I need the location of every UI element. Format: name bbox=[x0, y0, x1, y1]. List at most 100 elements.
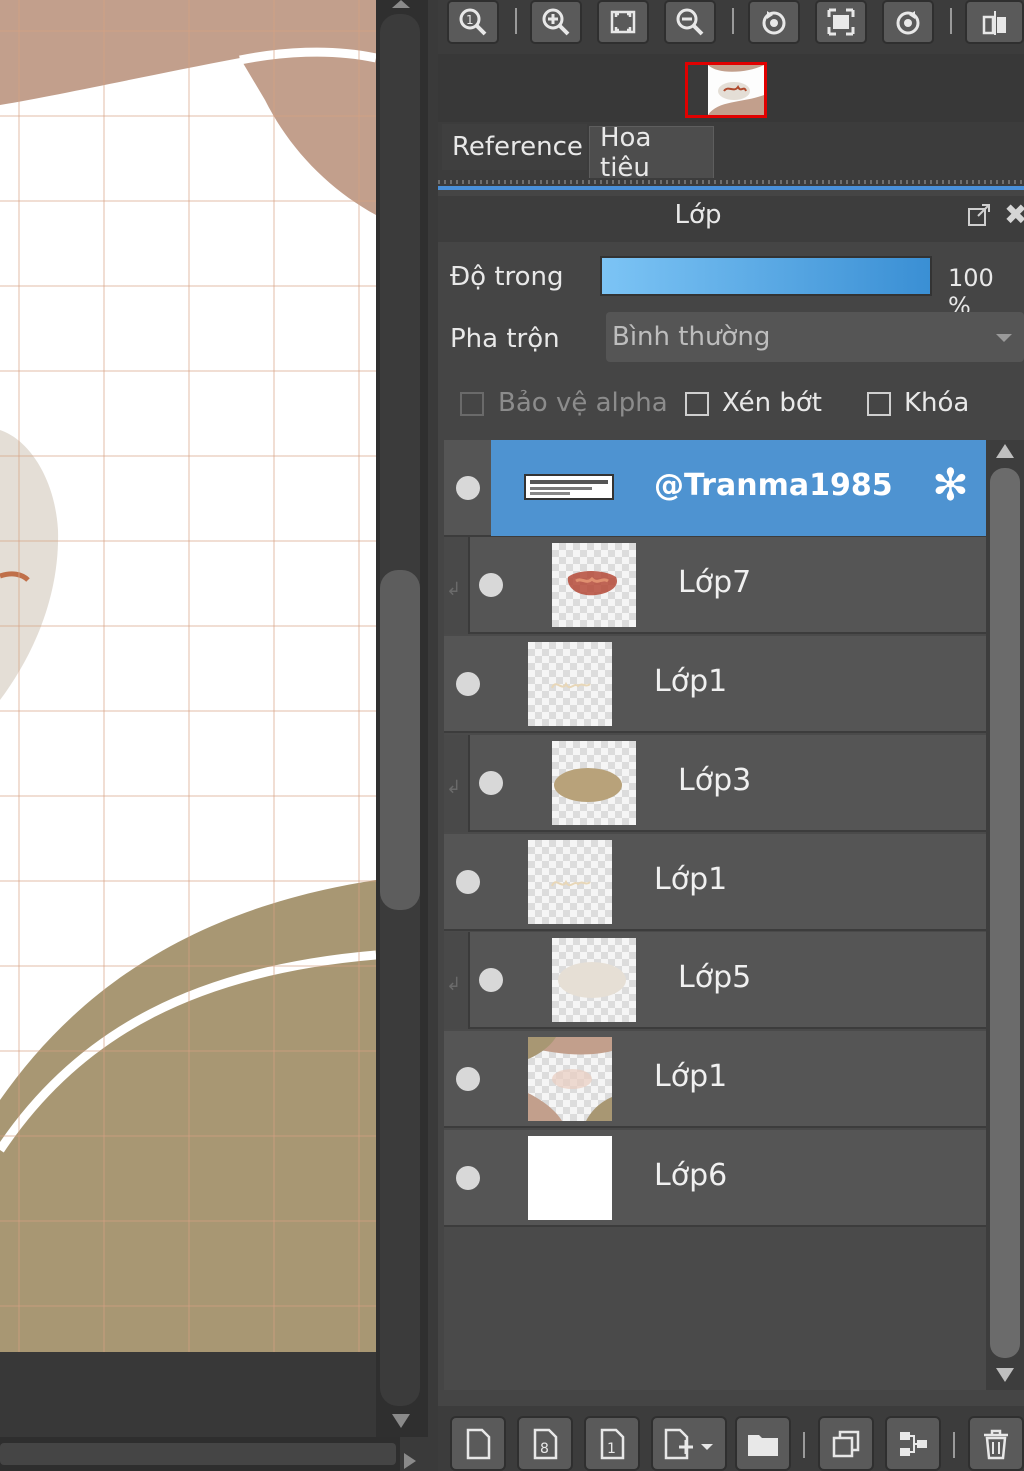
navigator-toolbar bbox=[438, 0, 1024, 54]
layer-thumbnail bbox=[528, 840, 612, 924]
layer-row[interactable]: Lớp1 bbox=[444, 834, 986, 931]
layer-thumbnail bbox=[552, 543, 636, 627]
layer-name: Lớp6 bbox=[654, 1158, 728, 1193]
layer-row[interactable]: Lớp6 bbox=[444, 1130, 986, 1227]
layer-list-scrollbar[interactable] bbox=[986, 440, 1024, 1390]
clipping-label: Xén bớt bbox=[722, 388, 822, 418]
visibility-toggle-icon[interactable] bbox=[479, 771, 503, 795]
zoom-out-icon[interactable] bbox=[664, 0, 716, 44]
visibility-toggle-icon[interactable] bbox=[456, 672, 480, 696]
panel-splitter[interactable] bbox=[428, 0, 438, 1471]
new-1bit-layer-icon[interactable]: 1 bbox=[584, 1416, 640, 1471]
canvas-artwork bbox=[0, 0, 376, 1352]
zoom-in-icon[interactable] bbox=[530, 0, 582, 44]
layer-panel-title: Lớp bbox=[674, 200, 722, 230]
toolbar-separator bbox=[732, 8, 734, 34]
layer-name: Lớp7 bbox=[678, 565, 752, 600]
add-layer-menu-icon[interactable] bbox=[651, 1416, 727, 1471]
layer-name: Lớp1 bbox=[654, 1059, 728, 1094]
layer-row[interactable]: ↲ Lớp5 bbox=[444, 932, 986, 1029]
tab-reference-label: Reference bbox=[452, 132, 583, 162]
chevron-down-icon[interactable] bbox=[996, 334, 1012, 342]
vertical-scroll-thumb[interactable] bbox=[380, 570, 420, 910]
new-8bit-layer-icon[interactable]: 8 bbox=[517, 1416, 573, 1471]
layer-row[interactable]: @Tranma1985 ✻ bbox=[444, 440, 986, 537]
toolbar-separator bbox=[803, 1432, 805, 1458]
layer-name: Lớp5 bbox=[678, 960, 752, 995]
tab-navigator[interactable]: Hoa tiêu bbox=[589, 123, 714, 183]
flip-icon[interactable] bbox=[965, 0, 1024, 44]
layer-row[interactable]: ↲ Lớp3 bbox=[444, 735, 986, 832]
layer-thumbnail bbox=[528, 1136, 612, 1220]
layer-thumbnail bbox=[552, 741, 636, 825]
opacity-label: Độ trong bbox=[450, 262, 564, 292]
svg-text:1: 1 bbox=[607, 1441, 616, 1457]
clipping-indicator: ↲ bbox=[444, 735, 470, 832]
rotate-left-icon[interactable] bbox=[748, 0, 800, 44]
toolbar-separator bbox=[950, 8, 952, 34]
clipping-indicator: ↲ bbox=[444, 537, 470, 634]
trash-icon[interactable] bbox=[968, 1416, 1024, 1471]
layer-name: Lớp1 bbox=[654, 862, 728, 897]
layer-thumbnail bbox=[528, 642, 612, 726]
scroll-right-arrow-icon[interactable] bbox=[404, 1453, 416, 1469]
blend-mode-select[interactable]: Bình thường bbox=[606, 312, 1024, 362]
clipping-indicator: ↲ bbox=[444, 932, 470, 1029]
clip-arrow-icon: ↲ bbox=[446, 974, 462, 995]
tab-underline bbox=[438, 186, 1024, 190]
panel-grip[interactable] bbox=[438, 180, 1024, 184]
layer-name: Lớp3 bbox=[678, 763, 752, 798]
tab-reference[interactable]: Reference bbox=[442, 124, 587, 170]
rotate-right-icon[interactable] bbox=[882, 0, 934, 44]
tab-navigator-label: Hoa tiêu bbox=[600, 122, 652, 183]
layer-row[interactable]: Lớp1 bbox=[444, 636, 986, 733]
gear-icon[interactable]: ✻ bbox=[932, 464, 969, 508]
clipping-checkbox[interactable] bbox=[685, 392, 709, 416]
close-icon[interactable]: ✖ bbox=[1004, 198, 1024, 231]
visibility-toggle-icon[interactable] bbox=[456, 476, 480, 500]
protect-alpha-checkbox[interactable] bbox=[460, 392, 484, 416]
scroll-up-arrow-icon[interactable] bbox=[392, 0, 410, 8]
layer-thumbnail bbox=[528, 1037, 612, 1121]
visibility-toggle-icon[interactable] bbox=[479, 968, 503, 992]
svg-text:8: 8 bbox=[540, 1441, 549, 1457]
blend-mode-label: Pha trộn bbox=[450, 324, 560, 354]
scroll-up-arrow-icon[interactable] bbox=[996, 444, 1014, 458]
vertical-scrollbar[interactable] bbox=[376, 0, 428, 1437]
navigator-thumbnail bbox=[688, 65, 764, 115]
visibility-toggle-icon[interactable] bbox=[456, 870, 480, 894]
layer-thumbnail bbox=[552, 938, 636, 1022]
layer-row[interactable]: Lớp1 bbox=[444, 1031, 986, 1128]
scroll-down-arrow-icon[interactable] bbox=[996, 1368, 1014, 1382]
horizontal-scrollbar[interactable] bbox=[0, 1437, 400, 1471]
lock-checkbox[interactable] bbox=[867, 392, 891, 416]
protect-alpha-label: Bảo vệ alpha bbox=[498, 388, 668, 418]
zoom-actual-icon[interactable]: 1 bbox=[447, 0, 499, 44]
svg-text:1: 1 bbox=[466, 13, 474, 27]
visibility-toggle-icon[interactable] bbox=[456, 1166, 480, 1190]
clip-arrow-icon: ↲ bbox=[446, 777, 462, 798]
fit-window-icon[interactable] bbox=[815, 0, 867, 44]
drawing-canvas[interactable] bbox=[0, 0, 376, 1352]
toolbar-separator bbox=[515, 8, 517, 34]
canvas-margin bbox=[0, 1352, 376, 1437]
layer-name: Lớp1 bbox=[654, 664, 728, 699]
opacity-slider[interactable] bbox=[600, 256, 932, 296]
new-layer-icon[interactable] bbox=[450, 1416, 506, 1471]
lock-label: Khóa bbox=[904, 388, 970, 418]
duplicate-layer-icon[interactable] bbox=[818, 1416, 874, 1471]
visibility-toggle-icon[interactable] bbox=[456, 1067, 480, 1091]
scroll-down-arrow-icon[interactable] bbox=[392, 1414, 410, 1428]
navigator-viewport-frame[interactable] bbox=[685, 62, 767, 118]
popout-icon[interactable] bbox=[966, 202, 992, 232]
fit-screen-icon[interactable] bbox=[597, 0, 649, 44]
new-folder-icon[interactable] bbox=[735, 1416, 791, 1471]
blend-mode-value: Bình thường bbox=[612, 322, 771, 352]
clip-arrow-icon: ↲ bbox=[446, 579, 462, 600]
visibility-toggle-icon[interactable] bbox=[479, 573, 503, 597]
layer-name: @Tranma1985 bbox=[654, 468, 893, 503]
layer-list-scroll-thumb[interactable] bbox=[990, 468, 1020, 1358]
merge-layer-icon[interactable] bbox=[885, 1416, 941, 1471]
layer-row[interactable]: ↲ Lớp7 bbox=[444, 537, 986, 634]
horizontal-scroll-thumb[interactable] bbox=[0, 1443, 396, 1465]
